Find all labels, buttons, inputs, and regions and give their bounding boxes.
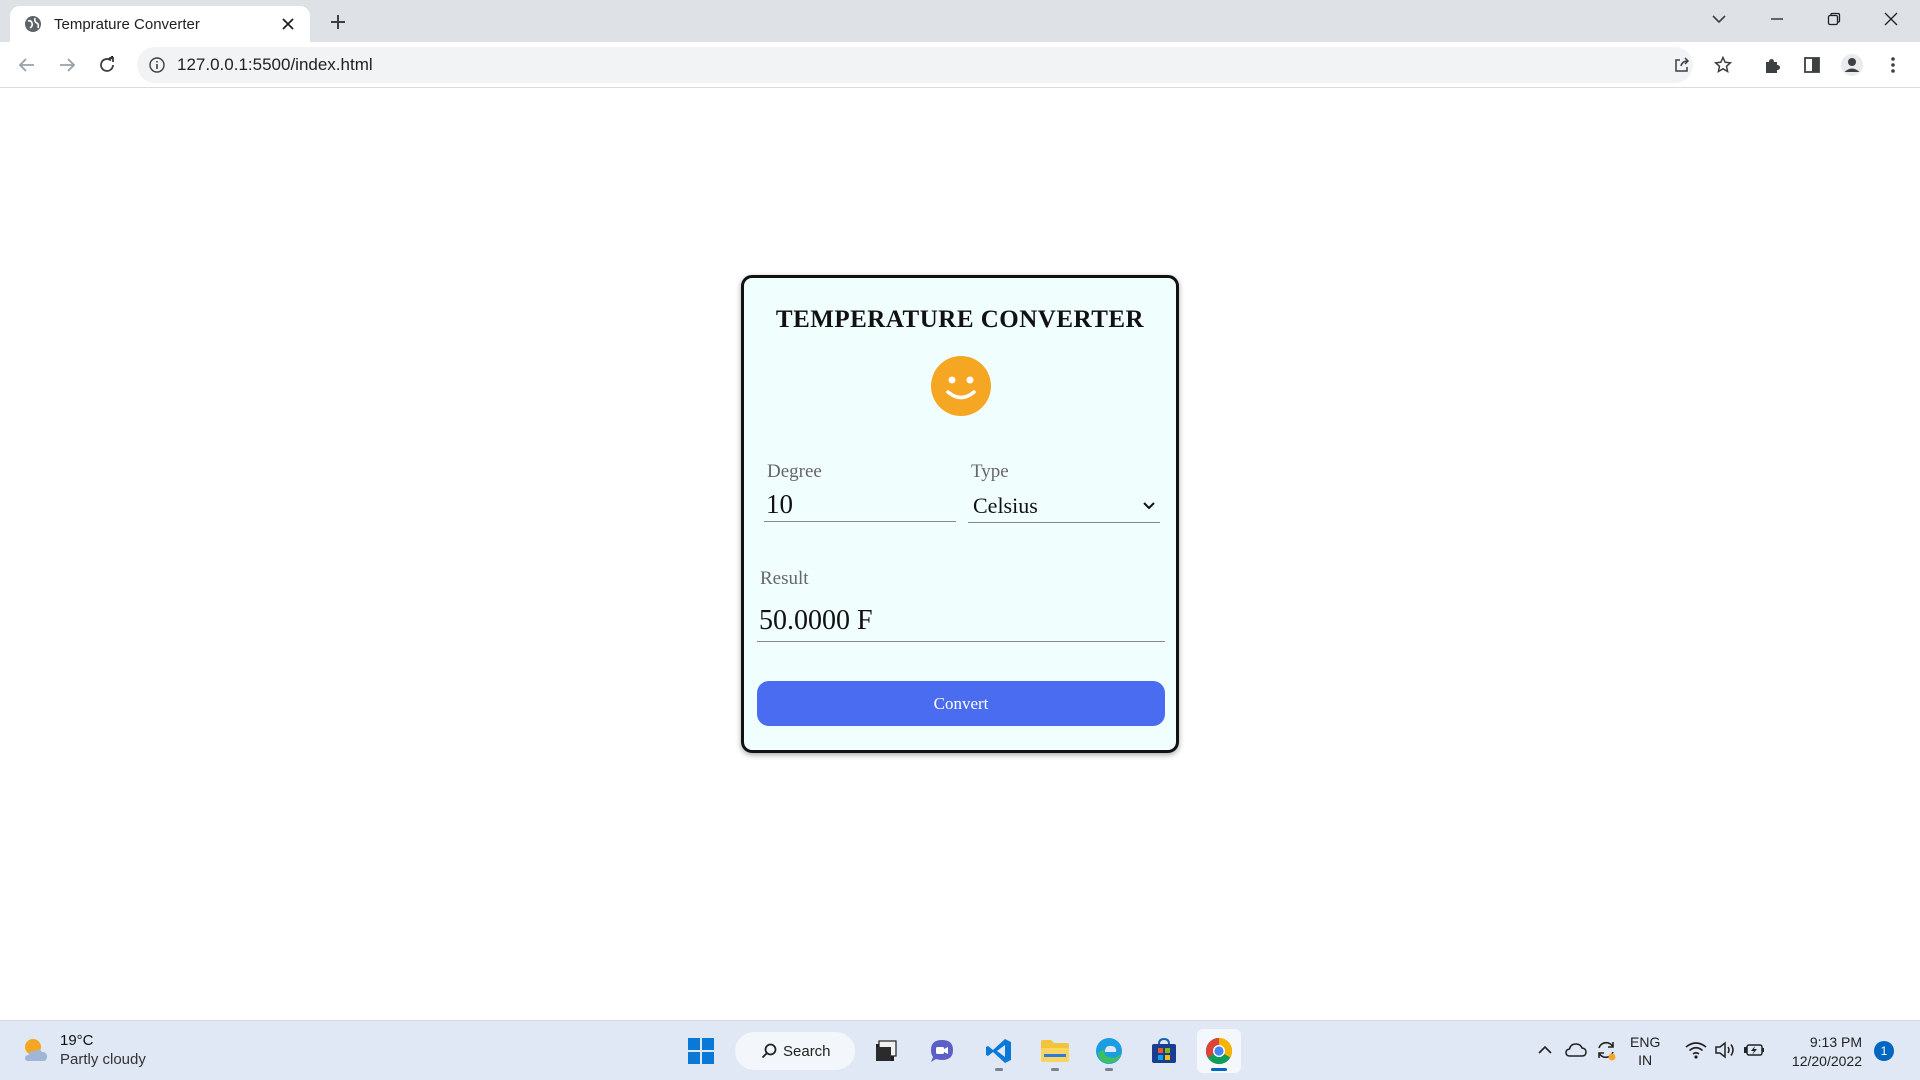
volume-icon[interactable] [1712, 1037, 1738, 1063]
search-label: Search [783, 1042, 831, 1060]
reload-button[interactable] [92, 50, 122, 80]
type-selected-value: Celsius [973, 492, 1038, 518]
file-explorer-button[interactable] [1033, 1029, 1077, 1073]
profile-avatar-icon[interactable] [1837, 50, 1867, 80]
teams-chat-button[interactable] [920, 1029, 964, 1073]
smiley-face-icon [931, 356, 991, 416]
chrome-icon [1205, 1037, 1233, 1065]
language-primary: ENG [1630, 1034, 1661, 1050]
running-indicator [995, 1068, 1003, 1071]
system-clock[interactable]: 9:13 PM 12/20/2022 [1782, 1033, 1862, 1071]
minimize-button[interactable] [1752, 0, 1802, 38]
battery-icon[interactable] [1741, 1037, 1767, 1063]
browser-tabstrip: Temprature Converter [0, 0, 1920, 42]
sync-icon[interactable] [1593, 1037, 1619, 1063]
degree-label: Degree [767, 461, 822, 482]
degree-input[interactable] [764, 488, 956, 522]
url-text[interactable]: 127.0.0.1:5500/index.html [177, 55, 373, 75]
address-bar[interactable]: 127.0.0.1:5500/index.html [137, 47, 1693, 83]
edge-icon [1096, 1038, 1122, 1064]
running-indicator [1051, 1068, 1059, 1071]
weather-condition: Partly cloudy [60, 1051, 146, 1068]
tab-search-icon[interactable] [1694, 0, 1744, 38]
taskbar: 19°C Partly cloudy Search ENG IN 9:13 PM… [0, 1020, 1920, 1080]
browser-tab[interactable]: Temprature Converter [10, 6, 310, 42]
wifi-icon[interactable] [1683, 1037, 1709, 1063]
convert-button[interactable]: Convert [757, 681, 1165, 726]
taskbar-search[interactable]: Search [734, 1031, 856, 1071]
folder-icon [1041, 1040, 1069, 1062]
side-panel-icon[interactable] [1797, 50, 1827, 80]
type-label: Type [971, 461, 1009, 482]
bookmark-star-icon[interactable] [1708, 50, 1738, 80]
running-indicator [1105, 1068, 1113, 1071]
share-icon[interactable] [1667, 50, 1697, 80]
task-view-button[interactable] [864, 1029, 908, 1073]
show-hidden-icons-chevron-up-icon[interactable] [1532, 1037, 1558, 1063]
task-view-icon [876, 1040, 897, 1061]
globe-icon [25, 16, 41, 32]
forward-button[interactable] [52, 50, 82, 80]
notification-badge[interactable]: 1 [1874, 1041, 1894, 1061]
chevron-down-icon [1143, 501, 1155, 509]
weather-widget[interactable]: 19°C Partly cloudy [20, 1031, 146, 1069]
close-tab-icon[interactable] [278, 14, 298, 34]
weather-temperature: 19°C [60, 1032, 94, 1049]
store-icon [1152, 1037, 1176, 1063]
app-title: TEMPERATURE CONVERTER [775, 306, 1145, 333]
language-indicator[interactable]: ENG IN [1630, 1033, 1660, 1069]
menu-dots-icon[interactable] [1878, 50, 1908, 80]
windows-logo-icon [688, 1038, 714, 1064]
extensions-icon[interactable] [1757, 50, 1787, 80]
result-label: Result [760, 568, 809, 589]
search-icon [761, 1043, 777, 1059]
restore-button[interactable] [1809, 0, 1859, 38]
new-tab-button[interactable] [326, 10, 350, 34]
vscode-icon [986, 1039, 1011, 1063]
vscode-button[interactable] [977, 1029, 1021, 1073]
back-button[interactable] [12, 50, 42, 80]
tab-title: Temprature Converter [54, 15, 200, 33]
clock-time: 9:13 PM [1809, 1034, 1862, 1050]
chat-icon [931, 1040, 953, 1062]
converter-card: TEMPERATURE CONVERTER Degree Type Celsiu… [741, 275, 1179, 753]
type-select[interactable]: Celsius [968, 489, 1160, 523]
clock-date: 12/20/2022 [1791, 1053, 1862, 1069]
edge-button[interactable] [1087, 1029, 1131, 1073]
running-indicator [1211, 1068, 1227, 1071]
chrome-button[interactable] [1197, 1029, 1241, 1073]
partly-cloudy-icon [25, 1039, 47, 1061]
close-window-button[interactable] [1866, 0, 1916, 38]
language-secondary: IN [1638, 1052, 1653, 1068]
info-icon[interactable] [149, 57, 165, 73]
start-button[interactable] [679, 1029, 723, 1073]
browser-toolbar: 127.0.0.1:5500/index.html [0, 42, 1920, 88]
onedrive-cloud-icon[interactable] [1563, 1037, 1589, 1063]
store-button[interactable] [1142, 1029, 1186, 1073]
result-output [757, 600, 1165, 642]
